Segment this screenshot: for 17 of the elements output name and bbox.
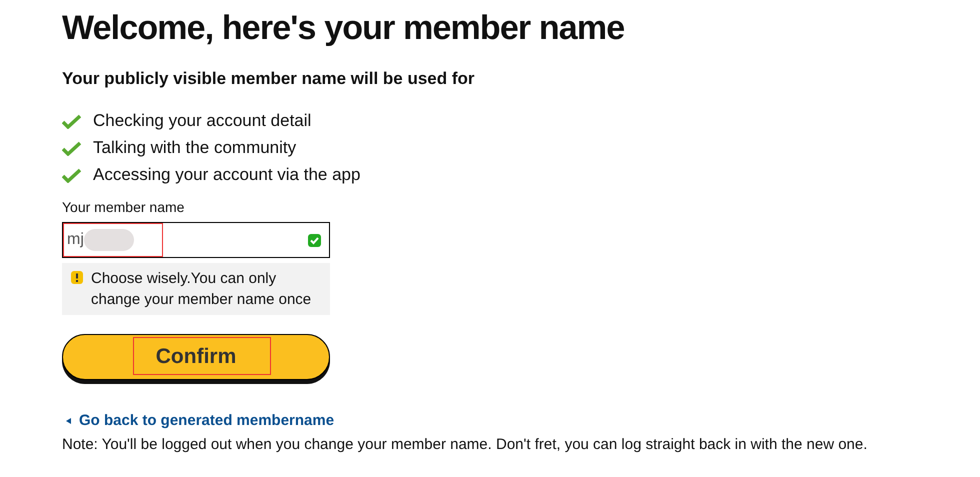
field-value: mj [67,230,84,250]
back-link[interactable]: Go back to generated membername [62,410,334,432]
field-label: Your member name [62,198,184,216]
use-item: Accessing your account via the app [93,164,360,186]
use-item: Talking with the community [93,137,296,160]
caret-left-icon [66,418,71,424]
member-name-field[interactable]: mj [62,222,330,258]
check-icon [62,168,81,182]
page-title: Welcome, here's your member name [62,8,626,48]
notice-text: Choose wisely.You can only change your member name once [91,269,312,310]
warning-icon [71,271,83,284]
note-text: Note: You'll be logged out when you change your member name. Don't fret, you can log straight back in with the new one. [62,434,868,454]
subtitle: Your publicly visible member name will be used for [62,68,476,90]
check-icon [62,114,81,128]
check-icon [62,140,81,156]
use-item: Checking your account detail [93,110,312,132]
blurred-text [84,229,134,251]
